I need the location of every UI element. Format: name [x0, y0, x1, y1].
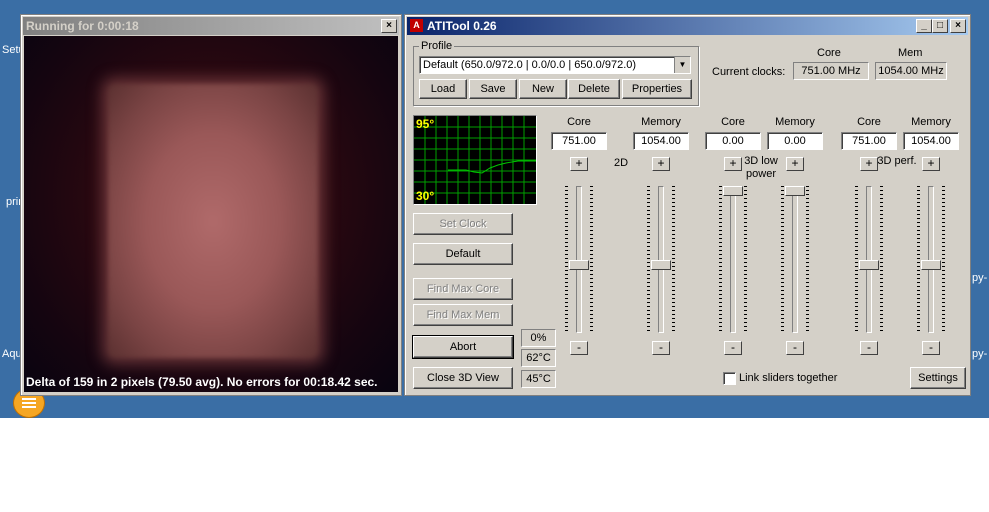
minus-button[interactable]: -	[652, 341, 670, 355]
core-header: Core	[857, 116, 881, 128]
memory-clock-input[interactable]: 1054.00	[633, 132, 689, 150]
slider-ticks	[672, 186, 675, 331]
minus-button[interactable]: -	[786, 341, 804, 355]
plus-button[interactable]: +	[652, 157, 670, 171]
maximize-icon[interactable]: □	[932, 19, 948, 33]
render-window-titlebar[interactable]: Running for 0:00:18 ×	[23, 17, 399, 35]
plus-button[interactable]: +	[860, 157, 878, 171]
mode-label: 3D perf.	[877, 155, 917, 167]
memory-header: Memory	[911, 116, 951, 128]
chevron-down-icon[interactable]: ▼	[674, 57, 690, 73]
set-clock-button[interactable]: Set Clock	[413, 213, 513, 235]
link-sliders-checkbox[interactable]	[723, 372, 736, 385]
core-clock-input[interactable]: 0.00	[705, 132, 761, 150]
load-button[interactable]: Load	[419, 79, 467, 99]
desktop-icon-label[interactable]: Aqu	[2, 348, 22, 360]
slider-thumb[interactable]	[785, 186, 805, 196]
core-clock-input[interactable]: 751.00	[841, 132, 897, 150]
slider-thumb[interactable]	[723, 186, 743, 196]
slider-ticks	[917, 186, 920, 331]
plus-button[interactable]: +	[724, 157, 742, 171]
plus-button[interactable]: +	[922, 157, 940, 171]
memory-header: Memory	[641, 116, 681, 128]
memory-clock-input[interactable]: 1054.00	[903, 132, 959, 150]
ati-logo-icon: A	[410, 19, 423, 32]
current-clocks-label: Current clocks:	[712, 66, 786, 78]
core-header: Core	[567, 116, 591, 128]
render-canvas: Delta of 159 in 2 pixels (79.50 avg). No…	[24, 36, 398, 392]
settings-button[interactable]: Settings	[910, 367, 966, 389]
mode-label: 2D	[613, 157, 629, 169]
close-icon[interactable]: ×	[950, 19, 966, 33]
close-icon[interactable]: ×	[381, 19, 397, 33]
minus-button[interactable]: -	[570, 341, 588, 355]
current-core-clock: 751.00 MHz	[793, 62, 869, 80]
slider-ticks	[781, 186, 784, 331]
slider-ticks	[590, 186, 593, 331]
find-max-core-button[interactable]: Find Max Core	[413, 278, 513, 300]
clock-core-header: Core	[817, 47, 841, 59]
slider-ticks	[942, 186, 945, 331]
properties-button[interactable]: Properties	[622, 79, 692, 99]
slider-track	[792, 186, 798, 333]
slider-thumb[interactable]	[651, 260, 671, 271]
temperature-1: 62°C	[521, 349, 556, 367]
slider-thumb[interactable]	[859, 260, 879, 271]
slider-ticks	[719, 186, 722, 331]
graph-min-label: 30°	[416, 189, 435, 203]
profile-selected: Default (650.0/972.0 | 0.0/0.0 | 650.0/9…	[423, 59, 637, 71]
progress-percent: 0%	[521, 329, 556, 347]
profile-group-label: Profile	[419, 40, 455, 52]
desktop-icon-label[interactable]: py-	[972, 348, 987, 360]
save-button[interactable]: Save	[469, 79, 517, 99]
render-status: Delta of 159 in 2 pixels (79.50 avg). No…	[26, 375, 378, 389]
slider-ticks	[806, 186, 809, 331]
delete-button[interactable]: Delete	[568, 79, 620, 99]
clock-mem-header: Mem	[898, 47, 923, 59]
slider-thumb[interactable]	[569, 260, 589, 271]
find-max-mem-button[interactable]: Find Max Mem	[413, 304, 513, 326]
current-mem-clock: 1054.00 MHz	[875, 62, 947, 80]
render-window-title: Running for 0:00:18	[26, 19, 139, 33]
fur-cube-render	[108, 84, 318, 358]
temperature-2: 45°C	[521, 370, 556, 388]
core-clock-input[interactable]: 751.00	[551, 132, 607, 150]
mode-label: 3D low power	[744, 155, 778, 180]
new-button[interactable]: New	[519, 79, 567, 99]
atitool-title: ATITool 0.26	[427, 19, 497, 33]
slider-ticks	[647, 186, 650, 331]
slider-thumb[interactable]	[921, 260, 941, 271]
temperature-graph: 95° 30°	[413, 115, 537, 205]
slider-ticks	[880, 186, 883, 331]
plus-button[interactable]: +	[570, 157, 588, 171]
core-header: Core	[721, 116, 745, 128]
close-3d-view-button[interactable]: Close 3D View	[413, 367, 513, 389]
slider-ticks	[744, 186, 747, 331]
plus-button[interactable]: +	[786, 157, 804, 171]
desktop-icon-label[interactable]: py-	[972, 272, 987, 284]
profile-select[interactable]: Default (650.0/972.0 | 0.0/0.0 | 650.0/9…	[419, 56, 691, 74]
graph-max-label: 95°	[416, 117, 435, 131]
slider-track	[730, 186, 736, 333]
default-button[interactable]: Default	[413, 243, 513, 265]
atitool-titlebar[interactable]: A ATITool 0.26 _ □ ×	[407, 17, 968, 35]
memory-header: Memory	[775, 116, 815, 128]
atitool-window: A ATITool 0.26 _ □ × Profile Default (65…	[404, 14, 971, 396]
minus-button[interactable]: -	[724, 341, 742, 355]
slider-ticks	[855, 186, 858, 331]
abort-button[interactable]: Abort	[412, 335, 514, 359]
memory-clock-input[interactable]: 0.00	[767, 132, 823, 150]
render-window: Running for 0:00:18 × Delta of 159 in 2 …	[20, 14, 402, 396]
minimize-icon[interactable]: _	[916, 19, 932, 33]
slider-ticks	[565, 186, 568, 331]
minus-button[interactable]: -	[922, 341, 940, 355]
minus-button[interactable]: -	[860, 341, 878, 355]
link-sliders-label: Link sliders together	[739, 372, 838, 384]
